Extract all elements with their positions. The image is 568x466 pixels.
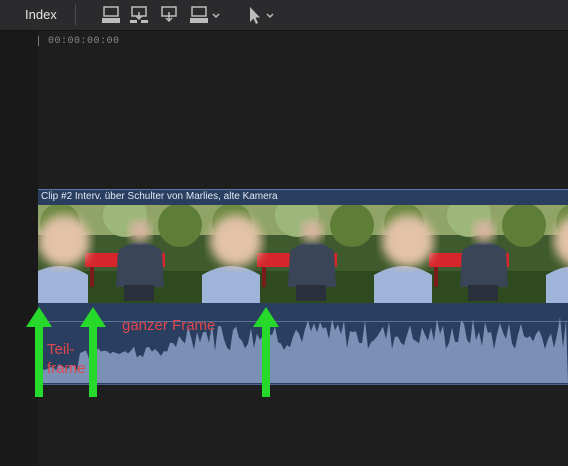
timecode-display: 00:00:00:00: [48, 36, 120, 47]
arrow-up-icon: [253, 307, 279, 397]
overwrite-dropdown-icon[interactable]: [188, 5, 222, 25]
toolbar-separator: [75, 4, 76, 26]
clip-title: Clip #2 Interv. über Schulter von Marlie…: [41, 191, 278, 202]
timeline-clip[interactable]: Clip #2 Interv. über Schulter von Marlie…: [38, 189, 568, 385]
pointer-tool-dropdown-icon[interactable]: [244, 5, 278, 25]
track-header-gutter: [0, 31, 38, 466]
annotation-partial-frame: Teil- frame: [47, 341, 86, 377]
annotation-full-frame: ganzer Frame: [122, 317, 216, 334]
playhead-start-tick: [38, 36, 39, 46]
append-icon[interactable]: [100, 5, 122, 25]
connect-icon[interactable]: [158, 5, 180, 25]
insert-icon[interactable]: [128, 5, 150, 25]
index-button[interactable]: Index: [25, 7, 57, 22]
timeline-ruler[interactable]: 00:00:00:00: [38, 31, 568, 51]
clip-filmstrip: [38, 205, 568, 303]
audio-waveform: [38, 317, 568, 383]
timeline-toolbar: Index: [0, 0, 568, 31]
